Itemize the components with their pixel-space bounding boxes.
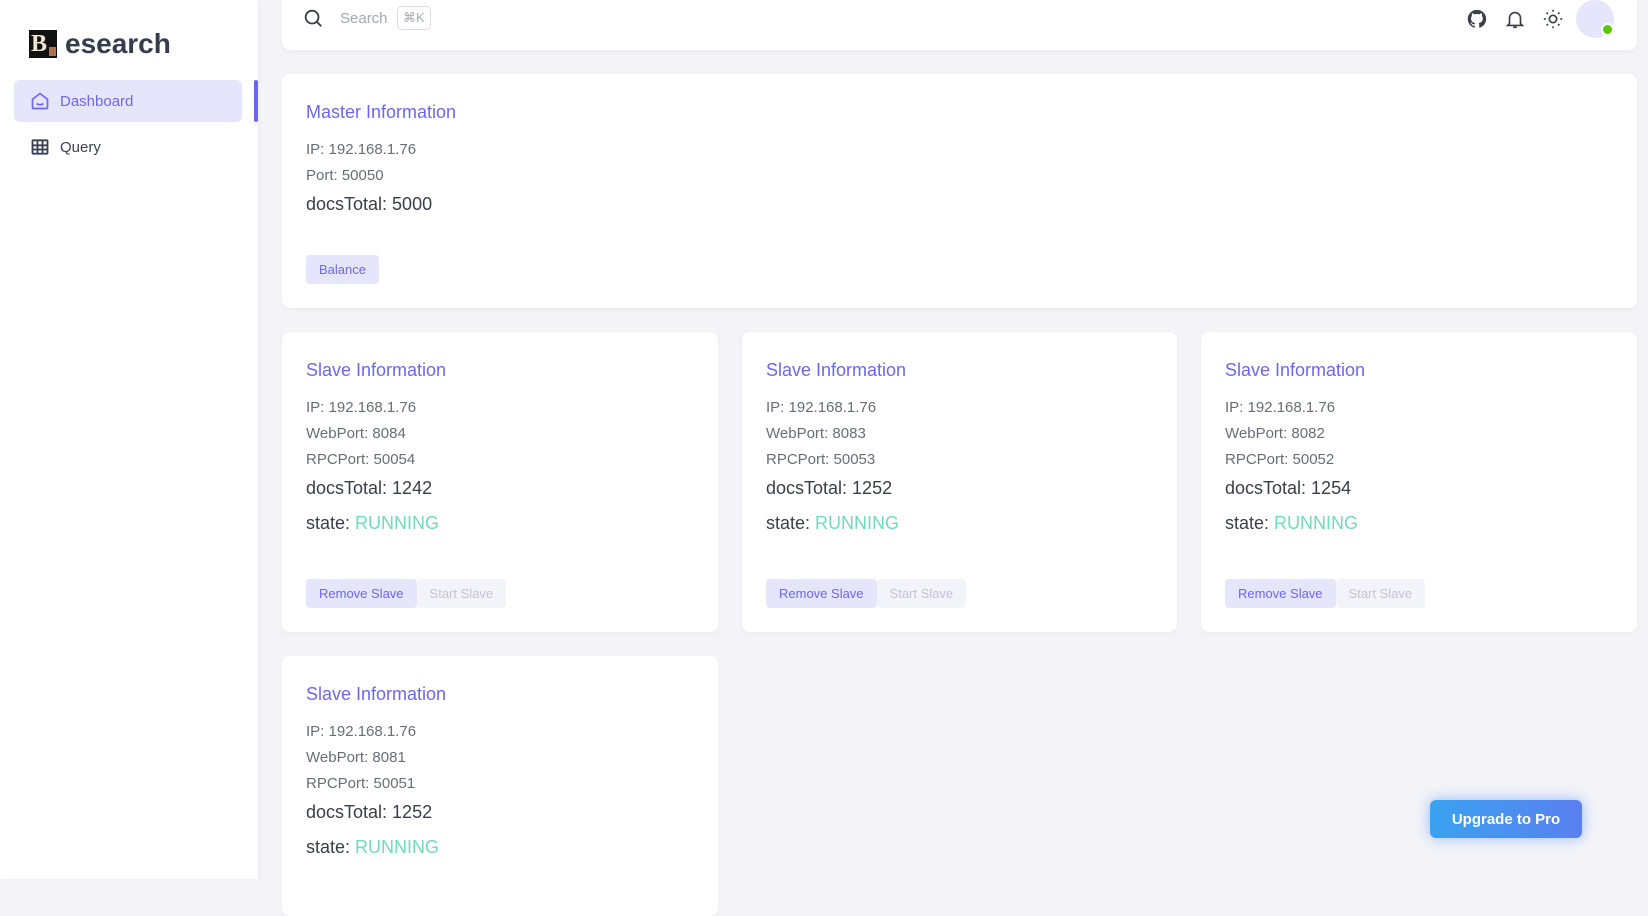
- slave-card: Slave Information IP: 192.168.1.76 WebPo…: [282, 332, 718, 632]
- sun-icon[interactable]: [1542, 8, 1564, 30]
- state-label: state:: [306, 837, 356, 857]
- shortcut-hint: ⌘K: [397, 6, 431, 30]
- state-value: RUNNING: [355, 513, 440, 533]
- start-slave-button[interactable]: Start Slave: [416, 579, 507, 608]
- online-status-dot: [1601, 23, 1614, 36]
- slave-docs-total: docsTotal: 1252: [306, 802, 433, 822]
- card-title: Slave Information: [306, 360, 447, 380]
- master-port: Port: 50050: [306, 167, 384, 184]
- state-label: state:: [766, 513, 816, 533]
- start-slave-button[interactable]: Start Slave: [1335, 579, 1426, 608]
- logo-image: B: [29, 30, 57, 58]
- slave-ip: IP: 192.168.1.76: [766, 399, 877, 416]
- slave-card: Slave Information IP: 192.168.1.76 WebPo…: [282, 656, 718, 916]
- sidebar-item-label: Dashboard: [60, 92, 134, 110]
- state-label: state:: [306, 513, 356, 533]
- slave-rpc-port: RPCPort: 50053: [766, 451, 876, 468]
- slave-state: state: RUNNING: [1225, 513, 1613, 534]
- card-title: Slave Information: [1225, 360, 1366, 380]
- start-slave-button[interactable]: Start Slave: [876, 579, 967, 608]
- slave-state: state: RUNNING: [766, 513, 1153, 534]
- sidebar-item-dashboard[interactable]: Dashboard: [14, 80, 242, 122]
- sidebar-item-query[interactable]: Query: [14, 126, 242, 168]
- balance-button[interactable]: Balance: [306, 255, 379, 284]
- sidebar-item-label: Query: [60, 138, 101, 156]
- master-ip: IP: 192.168.1.76: [306, 141, 417, 158]
- state-label: state:: [1225, 513, 1275, 533]
- slave-web-port: WebPort: 8081: [306, 749, 406, 766]
- slave-rpc-port: RPCPort: 50051: [306, 775, 416, 792]
- top-bar: Search ⌘K: [282, 0, 1637, 50]
- slave-rpc-port: RPCPort: 50052: [1225, 451, 1335, 468]
- search-input[interactable]: Search: [340, 10, 388, 27]
- logo[interactable]: B esearch: [29, 28, 171, 60]
- card-title: Slave Information: [766, 360, 907, 380]
- state-value: RUNNING: [1274, 513, 1359, 533]
- remove-slave-button[interactable]: Remove Slave: [306, 579, 417, 608]
- upgrade-button[interactable]: Upgrade to Pro: [1430, 800, 1582, 838]
- table-icon: [31, 139, 49, 155]
- sidebar: B esearch Dashboard Query: [0, 0, 258, 879]
- slave-ip: IP: 192.168.1.76: [1225, 399, 1336, 416]
- slave-web-port: WebPort: 8084: [306, 425, 406, 442]
- bell-icon[interactable]: [1504, 8, 1526, 30]
- avatar[interactable]: [1576, 0, 1614, 38]
- card-title: Slave Information: [306, 684, 447, 704]
- app-name: esearch: [65, 28, 171, 59]
- slave-card: Slave Information IP: 192.168.1.76 WebPo…: [742, 332, 1177, 632]
- slave-docs-total: docsTotal: 1254: [1225, 478, 1352, 498]
- master-card: Master Information IP: 192.168.1.76 Port…: [282, 74, 1637, 308]
- slave-docs-total: docsTotal: 1242: [306, 478, 433, 498]
- active-indicator: [254, 80, 258, 122]
- slave-ip: IP: 192.168.1.76: [306, 399, 417, 416]
- slave-web-port: WebPort: 8082: [1225, 425, 1325, 442]
- card-title: Master Information: [306, 102, 457, 122]
- remove-slave-button[interactable]: Remove Slave: [1225, 579, 1336, 608]
- home-icon: [31, 92, 49, 110]
- github-icon[interactable]: [1466, 8, 1488, 30]
- slave-rpc-port: RPCPort: 50054: [306, 451, 416, 468]
- slave-state: state: RUNNING: [306, 513, 694, 534]
- state-value: RUNNING: [355, 837, 440, 857]
- slave-ip: IP: 192.168.1.76: [306, 723, 417, 740]
- state-value: RUNNING: [815, 513, 900, 533]
- slave-state: state: RUNNING: [306, 837, 694, 858]
- remove-slave-button[interactable]: Remove Slave: [766, 579, 877, 608]
- slave-docs-total: docsTotal: 1252: [766, 478, 893, 498]
- slave-card: Slave Information IP: 192.168.1.76 WebPo…: [1201, 332, 1637, 632]
- master-docs-total: docsTotal: 5000: [306, 194, 433, 214]
- search-icon[interactable]: [302, 7, 324, 29]
- slave-web-port: WebPort: 8083: [766, 425, 866, 442]
